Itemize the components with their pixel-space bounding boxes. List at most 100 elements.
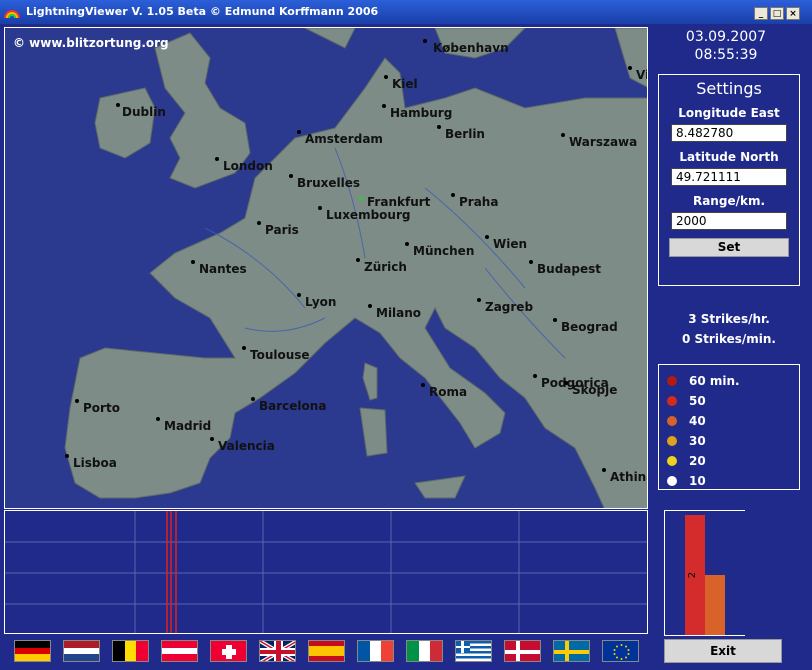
close-button[interactable]: × xyxy=(786,7,800,20)
legend-item: 40 xyxy=(667,411,799,431)
datetime-display: 03.09.2007 08:55:39 xyxy=(652,28,800,64)
flag-belgium[interactable] xyxy=(112,640,149,662)
range-label: Range/km. xyxy=(692,194,766,208)
flag-italy[interactable] xyxy=(406,640,443,662)
city-label: Bruxelles xyxy=(289,174,360,190)
city-dot-icon xyxy=(257,221,261,225)
legend-label: 10 xyxy=(689,474,706,488)
city-dot-icon xyxy=(561,133,565,137)
city-label: Valencia xyxy=(210,437,275,453)
city-name: Toulouse xyxy=(250,348,310,362)
city-label: München xyxy=(405,242,475,258)
city-label: Paris xyxy=(257,221,299,237)
city-label: Roma xyxy=(421,383,467,399)
title-bar: LightningViewer V. 1.05 Beta © Edmund Ko… xyxy=(0,0,812,24)
city-name: London xyxy=(223,159,273,173)
legend-label: 20 xyxy=(689,454,706,468)
city-dot-icon xyxy=(485,235,489,239)
flag-france[interactable] xyxy=(357,640,394,662)
legend-label: 60 min. xyxy=(689,374,740,388)
city-dot-icon xyxy=(602,468,606,472)
city-name: Kiel xyxy=(392,77,418,91)
city-dot-icon xyxy=(437,125,441,129)
legend-swatch-icon xyxy=(667,476,677,486)
city-name: Porto xyxy=(83,401,120,415)
settings-heading: Settings xyxy=(696,79,762,98)
city-name: Luxembourg xyxy=(326,208,411,222)
city-label: Toulouse xyxy=(242,346,310,362)
city-dot-icon xyxy=(242,346,246,350)
flag-austria[interactable] xyxy=(161,640,198,662)
city-name: Praha xyxy=(459,195,499,209)
city-name: Amsterdam xyxy=(305,132,383,146)
city-name: Zürich xyxy=(364,260,407,274)
lightning-map[interactable]: © www.blitzortung.org København Kiel Hambu… xyxy=(4,27,648,509)
city-name: Frankfurt xyxy=(367,195,431,209)
city-dot-icon xyxy=(297,293,301,297)
city-dot-icon xyxy=(215,157,219,161)
city-name: Valencia xyxy=(218,439,275,453)
city-name: München xyxy=(413,244,475,258)
flag-greece[interactable] xyxy=(455,640,492,662)
minimize-button[interactable]: _ xyxy=(754,7,768,20)
city-name: Warszawa xyxy=(569,135,638,149)
city-name: Madrid xyxy=(164,419,212,433)
city-dot-icon xyxy=(65,454,69,458)
exit-button[interactable]: Exit xyxy=(664,639,782,663)
flag-netherlands[interactable] xyxy=(63,640,100,662)
city-label: Luxembourg xyxy=(318,206,411,222)
legend-item: 20 xyxy=(667,451,799,471)
city-name: Zagreb xyxy=(485,300,534,314)
city-name: Skopje xyxy=(572,383,618,397)
city-label: Amsterdam xyxy=(297,130,383,146)
maximize-button[interactable]: □ xyxy=(770,7,784,20)
flag-germany[interactable] xyxy=(14,640,51,662)
flag-european-union[interactable] xyxy=(602,640,639,662)
flag-sweden[interactable] xyxy=(553,640,590,662)
city-label: Zürich xyxy=(356,258,407,274)
flag-united-kingdom[interactable] xyxy=(259,640,296,662)
city-dot-icon xyxy=(210,437,214,441)
age-legend: 60 min. 50 40 30 20 10 xyxy=(658,364,800,490)
city-label: Warszawa xyxy=(561,133,638,149)
city-label: Zagreb xyxy=(477,298,534,314)
timeline-grid-svg xyxy=(5,511,647,633)
city-dot-icon xyxy=(191,260,195,264)
city-dot-icon xyxy=(289,174,293,178)
flag-denmark[interactable] xyxy=(504,640,541,662)
histogram-bar-label: 2 xyxy=(687,572,698,578)
range-input[interactable] xyxy=(671,212,787,230)
latitude-input[interactable] xyxy=(671,168,787,186)
city-label: Frankfurt xyxy=(359,195,431,209)
flag-spain[interactable] xyxy=(308,640,345,662)
histogram-bar xyxy=(705,575,725,635)
city-label: Lyon xyxy=(297,293,336,309)
city-label: Wien xyxy=(485,235,527,251)
window-title: LightningViewer V. 1.05 Beta © Edmund Ko… xyxy=(26,5,379,18)
strikes-per-minute: 0 Strikes/min. xyxy=(682,332,776,346)
city-label: Lisboa xyxy=(65,454,117,470)
city-dot-icon xyxy=(156,417,160,421)
city-label: København xyxy=(423,39,509,55)
longitude-input[interactable] xyxy=(671,124,787,142)
city-dot-icon xyxy=(533,374,537,378)
legend-swatch-icon xyxy=(667,396,677,406)
city-dot-icon xyxy=(382,104,386,108)
date-text: 03.09.2007 xyxy=(685,29,767,45)
city-dot-icon xyxy=(359,197,363,201)
strikes-per-hour: 3 Strikes/hr. xyxy=(688,312,770,326)
strike-timeline-graph xyxy=(4,510,648,634)
set-button[interactable]: Set xyxy=(669,238,789,257)
city-label: Nantes xyxy=(191,260,247,276)
flag-switzerland[interactable] xyxy=(210,640,247,662)
city-dot-icon xyxy=(356,258,360,262)
legend-item: 60 min. xyxy=(667,371,799,391)
legend-item: 30 xyxy=(667,431,799,451)
legend-label: 40 xyxy=(689,414,706,428)
city-name: Bruxelles xyxy=(297,176,360,190)
city-name: Berlin xyxy=(445,127,485,141)
city-name: Hamburg xyxy=(390,106,453,120)
copyright-text: © www.blitzortung.org xyxy=(13,36,169,50)
country-flags-bar xyxy=(14,638,654,662)
city-label: Skopje xyxy=(564,381,618,397)
